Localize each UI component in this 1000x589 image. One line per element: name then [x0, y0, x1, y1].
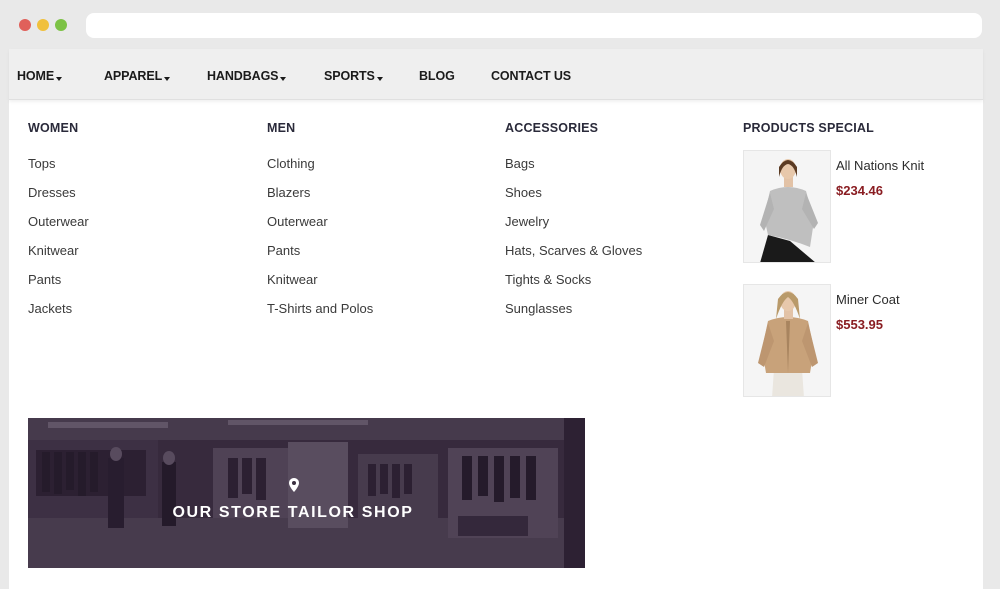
menu-link-tops[interactable]: Tops: [28, 156, 89, 185]
product-card: All Nations Knit $234.46: [743, 150, 963, 264]
caret-down-icon: [280, 77, 287, 81]
minimize-window-button[interactable]: [37, 19, 49, 31]
nav-item-label: HOME: [17, 69, 55, 83]
product-image[interactable]: [743, 150, 831, 263]
main-navigation: HOME APPAREL HANDBAGS SPORTS BLOG CONTAC…: [9, 49, 983, 100]
menu-link-outerwear[interactable]: Outerwear: [267, 214, 373, 243]
menu-link-jewelry[interactable]: Jewelry: [505, 214, 642, 243]
menu-link-shoes[interactable]: Shoes: [505, 185, 642, 214]
menu-link-bags[interactable]: Bags: [505, 156, 642, 185]
menu-link-tights-socks[interactable]: Tights & Socks: [505, 272, 642, 301]
products-special-title: PRODUCTS SPECIAL: [743, 121, 874, 135]
nav-item-label: BLOG: [419, 69, 455, 83]
nav-item-label: APPAREL: [104, 69, 163, 83]
accessories-menu-list: Bags Shoes Jewelry Hats, Scarves & Glove…: [505, 156, 642, 330]
nav-item-contact-us[interactable]: CONTACT US: [491, 69, 571, 83]
model-coat-illustration: [744, 285, 830, 396]
nav-item-label: HANDBAGS: [207, 69, 279, 83]
banner-title: OUR STORE TAILOR SHOP: [172, 504, 414, 521]
page-viewport: HOME APPAREL HANDBAGS SPORTS BLOG CONTAC…: [9, 49, 983, 589]
menu-link-hats-scarves-gloves[interactable]: Hats, Scarves & Gloves: [505, 243, 642, 272]
nav-item-label: CONTACT US: [491, 69, 572, 83]
close-window-button[interactable]: [19, 19, 31, 31]
location-pin-icon: [289, 478, 299, 492]
menu-link-outerwear[interactable]: Outerwear: [28, 214, 89, 243]
menu-link-pants[interactable]: Pants: [267, 243, 373, 272]
menu-link-blazers[interactable]: Blazers: [267, 185, 373, 214]
caret-down-icon: [56, 77, 63, 81]
product-card: Miner Coat $553.95: [743, 284, 963, 398]
accessories-column-title: ACCESSORIES: [505, 121, 599, 135]
men-column-title: MEN: [267, 121, 296, 135]
nav-item-blog[interactable]: BLOG: [419, 69, 455, 83]
women-menu-list: Tops Dresses Outerwear Knitwear Pants Ja…: [28, 156, 89, 330]
maximize-window-button[interactable]: [55, 19, 67, 31]
product-price: $234.46: [836, 183, 883, 198]
nav-item-home[interactable]: HOME: [17, 69, 63, 83]
browser-titlebar: [0, 0, 1000, 48]
product-price: $553.95: [836, 317, 883, 332]
menu-link-tshirts-polos[interactable]: T-Shirts and Polos: [267, 301, 373, 330]
nav-item-sports[interactable]: SPORTS: [324, 69, 383, 83]
nav-item-handbags[interactable]: HANDBAGS: [207, 69, 287, 83]
address-bar[interactable]: [86, 13, 982, 38]
menu-link-dresses[interactable]: Dresses: [28, 185, 89, 214]
caret-down-icon: [164, 77, 171, 81]
menu-link-knitwear[interactable]: Knitwear: [28, 243, 89, 272]
caret-down-icon: [376, 77, 383, 81]
browser-window: HOME APPAREL HANDBAGS SPORTS BLOG CONTAC…: [0, 0, 1000, 589]
women-column-title: WOMEN: [28, 121, 79, 135]
product-image[interactable]: [743, 284, 831, 397]
product-name[interactable]: All Nations Knit: [836, 158, 924, 173]
store-interior-image: [28, 418, 585, 568]
product-name[interactable]: Miner Coat: [836, 292, 900, 307]
nav-item-apparel[interactable]: APPAREL: [104, 69, 171, 83]
men-menu-list: Clothing Blazers Outerwear Pants Knitwea…: [267, 156, 373, 330]
menu-link-jackets[interactable]: Jackets: [28, 301, 89, 330]
model-knit-illustration: [744, 151, 830, 262]
menu-link-sunglasses[interactable]: Sunglasses: [505, 301, 642, 330]
nav-item-label: SPORTS: [324, 69, 375, 83]
menu-link-knitwear[interactable]: Knitwear: [267, 272, 373, 301]
menu-link-pants[interactable]: Pants: [28, 272, 89, 301]
menu-link-clothing[interactable]: Clothing: [267, 156, 373, 185]
store-banner[interactable]: OUR STORE TAILOR SHOP: [28, 418, 585, 568]
